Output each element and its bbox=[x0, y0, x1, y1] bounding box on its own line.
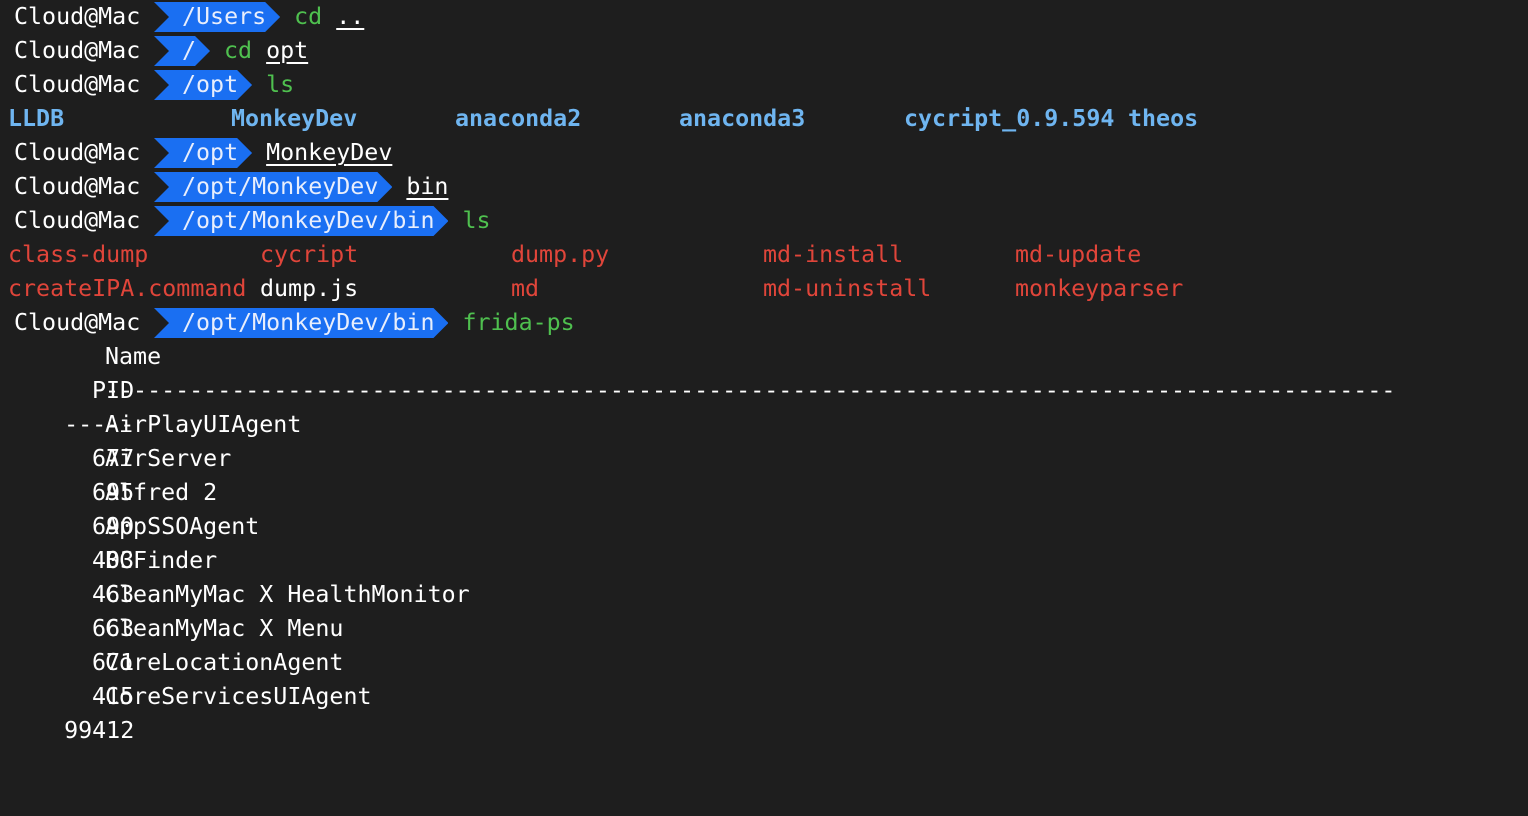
prompt-line: Cloud@Mac /opt/MonkeyDev/bin ls bbox=[0, 204, 491, 238]
file-entry: md bbox=[511, 275, 540, 302]
prompt-line: Cloud@Mac /opt/MonkeyDev bin bbox=[0, 170, 448, 204]
process-row: 690 Alfred 2 bbox=[8, 476, 1508, 540]
process-pid: 99412 bbox=[64, 717, 135, 744]
process-name: BCFinder bbox=[105, 547, 218, 574]
process-name: CoreServicesUIAgent bbox=[105, 683, 372, 710]
directory-entry: cycript_0.9.594 bbox=[904, 105, 1115, 132]
command-argument: opt bbox=[266, 37, 309, 64]
file-entry: monkeyparser bbox=[1015, 275, 1184, 302]
prompt-path-segment: /Users bbox=[154, 2, 280, 32]
file-entry: cycript bbox=[260, 241, 359, 268]
command-argument: .. bbox=[336, 3, 365, 30]
ps-header: PID Name bbox=[8, 340, 1508, 404]
process-name: AirPlayUIAgent bbox=[105, 411, 302, 438]
terminal-window[interactable]: Cloud@Mac /Users cd .. Cloud@Mac / cd op… bbox=[0, 0, 1528, 744]
prompt-user: Cloud@Mac bbox=[14, 3, 141, 30]
prompt-user: Cloud@Mac bbox=[14, 207, 141, 234]
file-entry: dump.py bbox=[511, 241, 610, 268]
file-entry: dump.js bbox=[260, 275, 359, 302]
process-name: CleanMyMac X Menu bbox=[105, 615, 344, 642]
file-entry: md-uninstall bbox=[763, 275, 932, 302]
prompt-path-segment: /opt bbox=[154, 70, 252, 100]
process-row: 695 AirServer bbox=[8, 442, 1508, 506]
ps-separator: ----- ----------------------------------… bbox=[8, 374, 1508, 438]
prompt-path-segment: /opt/MonkeyDev/bin bbox=[154, 206, 448, 236]
prompt-user: Cloud@Mac bbox=[14, 139, 141, 166]
directory-entry: anaconda2 bbox=[455, 105, 582, 132]
prompt-user: Cloud@Mac bbox=[14, 173, 141, 200]
ls-output-line: LLDB MonkeyDev anaconda2 anaconda3 cycri… bbox=[0, 102, 1528, 136]
prompt-line: Cloud@Mac / cd opt bbox=[0, 34, 308, 68]
command-text: cd bbox=[294, 3, 323, 30]
name-separator: ----------------------------------------… bbox=[105, 377, 1396, 404]
command-text: ls bbox=[266, 71, 295, 98]
prompt-line: Cloud@Mac /opt ls bbox=[0, 68, 294, 102]
ls-output-line: createIPA.command dump.js md md-uninstal… bbox=[0, 272, 1528, 306]
command-text: ls bbox=[462, 207, 491, 234]
prompt-path-segment: /opt bbox=[154, 138, 252, 168]
command-argument: bin bbox=[406, 173, 449, 200]
prompt-user: Cloud@Mac bbox=[14, 37, 141, 64]
process-name: AppSSOAgent bbox=[105, 513, 260, 540]
directory-entry: theos bbox=[1128, 105, 1199, 132]
process-row: 403 AppSSOAgent bbox=[8, 510, 1508, 574]
prompt-user: Cloud@Mac bbox=[14, 309, 141, 336]
ls-output-line: class-dump cycript dump.py md-install md… bbox=[0, 238, 1528, 272]
file-entry: class-dump bbox=[8, 241, 149, 268]
process-name: CoreLocationAgent bbox=[105, 649, 344, 676]
process-row: 99412 CoreServicesUIAgent bbox=[8, 680, 1508, 744]
process-row: 415 CoreLocationAgent bbox=[8, 646, 1508, 710]
directory-entry: LLDB bbox=[8, 105, 65, 132]
directory-entry: anaconda3 bbox=[679, 105, 806, 132]
command-text: frida-ps bbox=[462, 309, 575, 336]
directory-entry: MonkeyDev bbox=[231, 105, 358, 132]
process-row: 663 CleanMyMac X HealthMonitor bbox=[8, 578, 1508, 642]
process-row: 671 CleanMyMac X Menu bbox=[8, 612, 1508, 676]
process-name: Alfred 2 bbox=[105, 479, 218, 506]
command-argument: MonkeyDev bbox=[266, 139, 393, 166]
file-entry: md-install bbox=[763, 241, 904, 268]
prompt-line: Cloud@Mac /Users cd .. bbox=[0, 0, 364, 34]
process-name: CleanMyMac X HealthMonitor bbox=[105, 581, 470, 608]
file-entry: md-update bbox=[1015, 241, 1142, 268]
prompt-path-segment: /opt/MonkeyDev bbox=[154, 172, 392, 202]
command-text: cd bbox=[224, 37, 253, 64]
prompt-path-segment: /opt/MonkeyDev/bin bbox=[154, 308, 448, 338]
prompt-line: Cloud@Mac /opt/MonkeyDev/bin frida-ps bbox=[0, 306, 575, 340]
process-name: AirServer bbox=[105, 445, 232, 472]
process-row: 677 AirPlayUIAgent bbox=[8, 408, 1508, 472]
prompt-path-segment: / bbox=[154, 36, 210, 66]
prompt-user: Cloud@Mac bbox=[14, 71, 141, 98]
prompt-line: Cloud@Mac /opt MonkeyDev bbox=[0, 136, 392, 170]
name-column-header: Name bbox=[105, 343, 162, 370]
process-row: 463 BCFinder bbox=[8, 544, 1508, 608]
file-entry: createIPA.command bbox=[8, 275, 247, 302]
